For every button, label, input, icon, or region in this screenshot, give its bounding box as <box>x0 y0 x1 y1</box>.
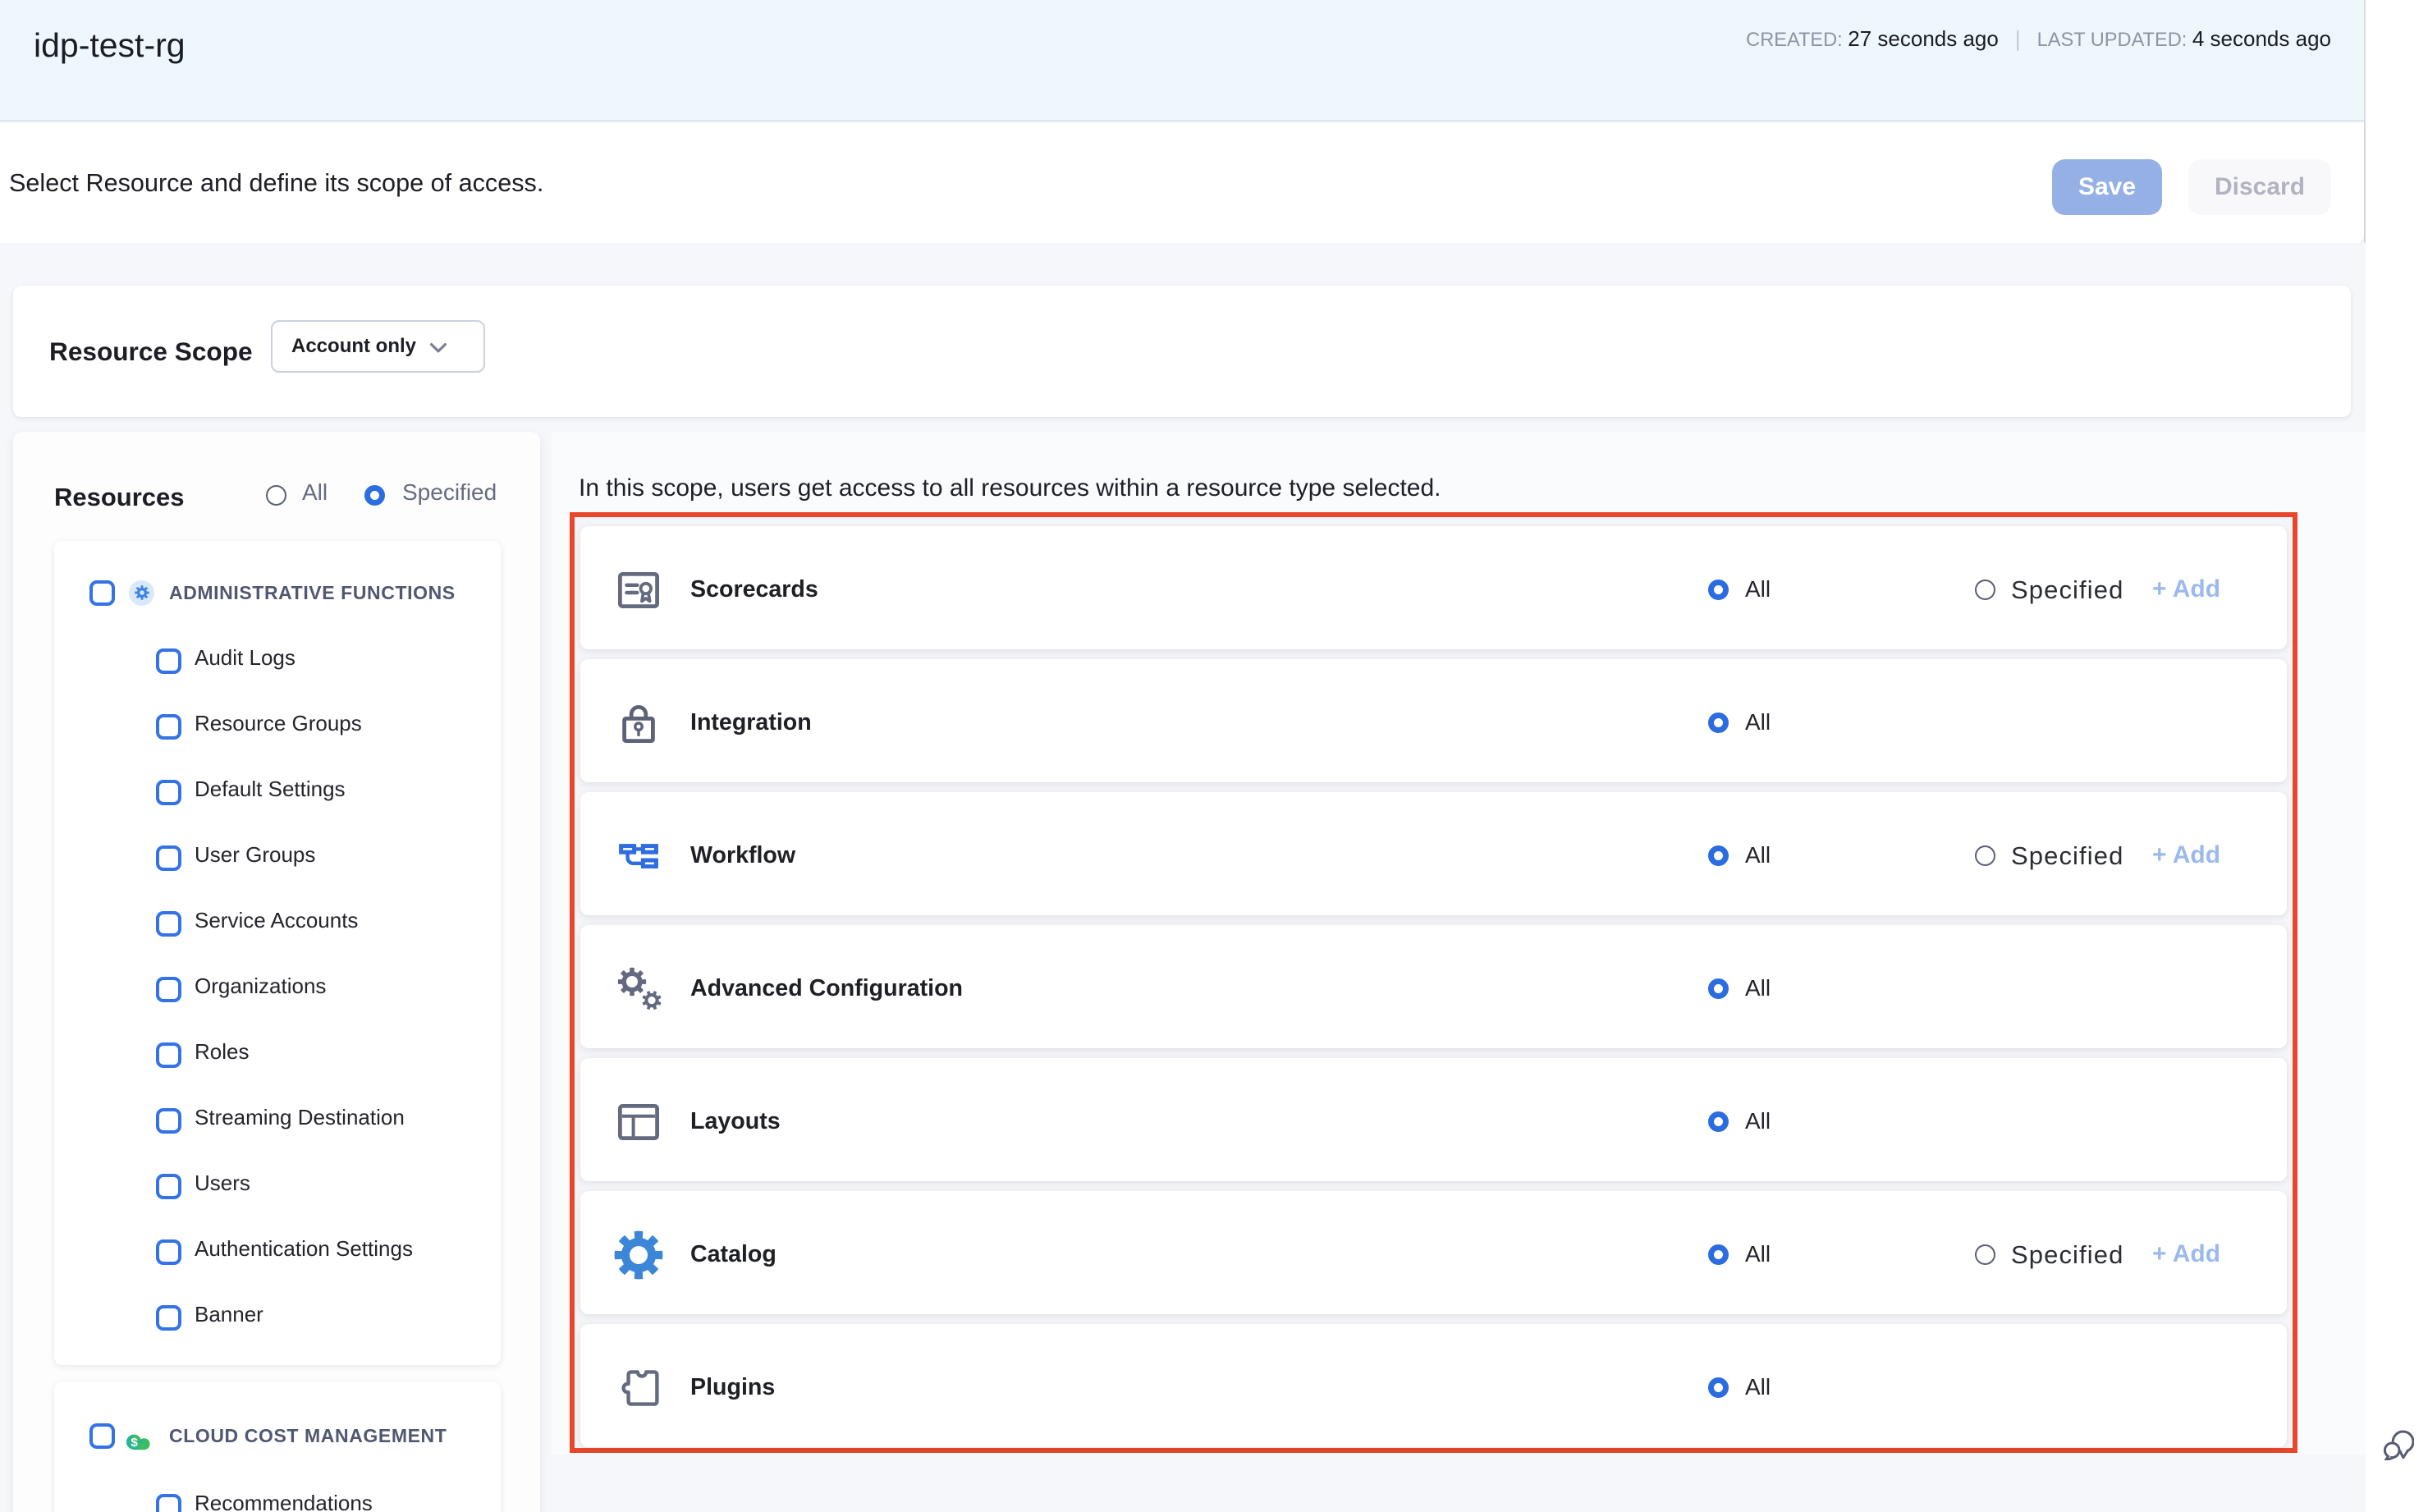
svg-text:$: $ <box>131 1436 138 1450</box>
